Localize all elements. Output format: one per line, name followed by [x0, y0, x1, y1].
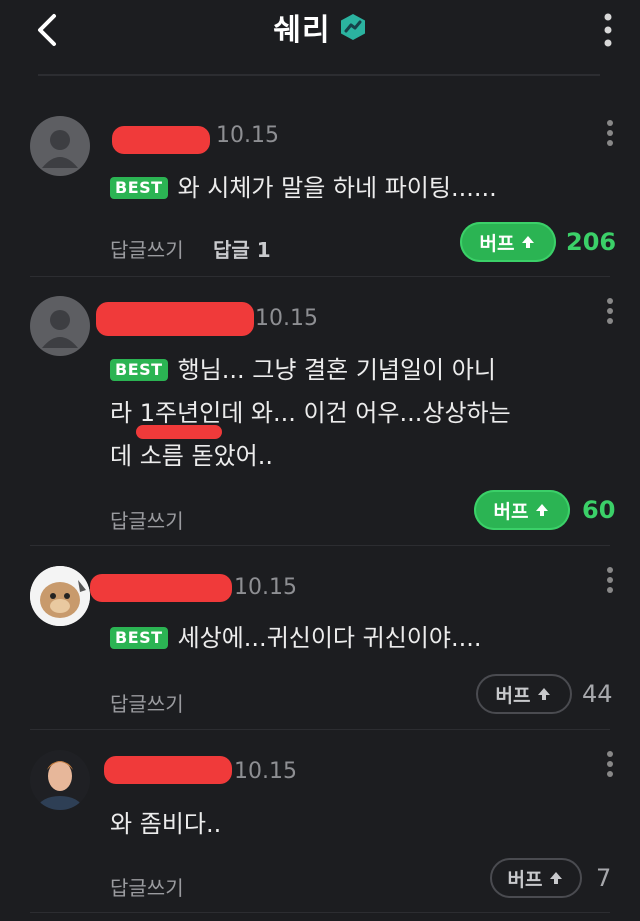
avatar[interactable]: [30, 116, 90, 176]
page-title: 쉐리: [273, 13, 331, 48]
comment-line: 데 소름 돋았어..: [110, 442, 273, 470]
vertical-dots-icon[interactable]: [602, 12, 614, 48]
buff-count: 44: [582, 680, 613, 708]
comment-text: BEST 행님... 그냥 결혼 기념일이 아니 라 1주년인데 와... 이건 …: [110, 352, 600, 475]
best-badge: BEST: [110, 359, 168, 381]
buff-button[interactable]: 버프: [490, 858, 582, 898]
comment-line: 행님... 그냥 결혼 기념일이 아니: [177, 356, 496, 384]
comment-text: BEST 와 시체가 말을 하네 파이팅......: [110, 170, 600, 207]
buff-label: 버프: [507, 868, 543, 891]
comment-body: 세상에...귀신이다 귀신이야....: [177, 624, 482, 652]
avatar[interactable]: [30, 296, 90, 356]
arrow-up-icon: [522, 236, 535, 248]
arrow-up-icon: [538, 688, 551, 700]
header-divider: [38, 74, 600, 76]
comment-date: 10.15: [234, 575, 297, 600]
trend-badge-icon: [340, 14, 365, 40]
comment-divider: [30, 912, 610, 913]
buff-label: 버프: [495, 684, 531, 707]
redacted-username: [112, 126, 210, 154]
default-avatar-icon: [30, 116, 90, 176]
buff-count: 60: [582, 496, 616, 524]
buff-button[interactable]: 버프: [460, 222, 556, 262]
cartoon-avatar-icon: [30, 566, 90, 626]
reply-button[interactable]: 답글쓰기: [110, 688, 184, 717]
buff-button[interactable]: 버프: [474, 490, 570, 530]
photo-avatar-icon: [30, 750, 90, 810]
redacted-username: [96, 302, 254, 336]
best-badge: BEST: [110, 177, 168, 199]
default-avatar-icon: [30, 296, 90, 356]
top-bar: 쉐리: [0, 0, 640, 70]
comment-text: BEST 세상에...귀신이다 귀신이야....: [110, 620, 600, 657]
buff-button[interactable]: 버프: [476, 674, 572, 714]
arrow-up-icon: [550, 872, 563, 884]
comment-divider: [30, 729, 610, 730]
redaction-mark: [136, 425, 222, 439]
comment-body: 와 시체가 말을 하네 파이팅......: [177, 174, 497, 202]
title-group: 쉐리: [0, 4, 640, 50]
best-badge: BEST: [110, 627, 168, 649]
redacted-username: [90, 574, 232, 602]
comment-divider: [30, 276, 610, 277]
comment-body: 와 좀비다..: [110, 810, 222, 838]
reply-button[interactable]: 답글쓰기: [110, 872, 184, 901]
comment-text: 와 좀비다..: [110, 806, 600, 843]
comment-divider: [30, 545, 610, 546]
redacted-username: [104, 756, 232, 784]
avatar[interactable]: [30, 566, 90, 626]
comment-date: 10.15: [234, 759, 297, 784]
reply-button[interactable]: 답글쓰기: [110, 234, 184, 263]
more-options-icon[interactable]: [605, 750, 615, 778]
reply-count-link[interactable]: 답글 1: [213, 234, 271, 263]
arrow-up-icon: [536, 504, 549, 516]
more-options-icon[interactable]: [605, 297, 615, 325]
reply-button[interactable]: 답글쓰기: [110, 505, 184, 534]
buff-label: 버프: [493, 500, 529, 523]
more-options-icon[interactable]: [605, 566, 615, 594]
buff-count: 7: [596, 864, 612, 892]
comment-date: 10.15: [255, 306, 318, 331]
comment-date: 10.15: [216, 123, 279, 148]
avatar[interactable]: [30, 750, 90, 810]
buff-label: 버프: [479, 232, 515, 255]
buff-count: 206: [566, 228, 617, 256]
more-options-icon[interactable]: [605, 119, 615, 147]
